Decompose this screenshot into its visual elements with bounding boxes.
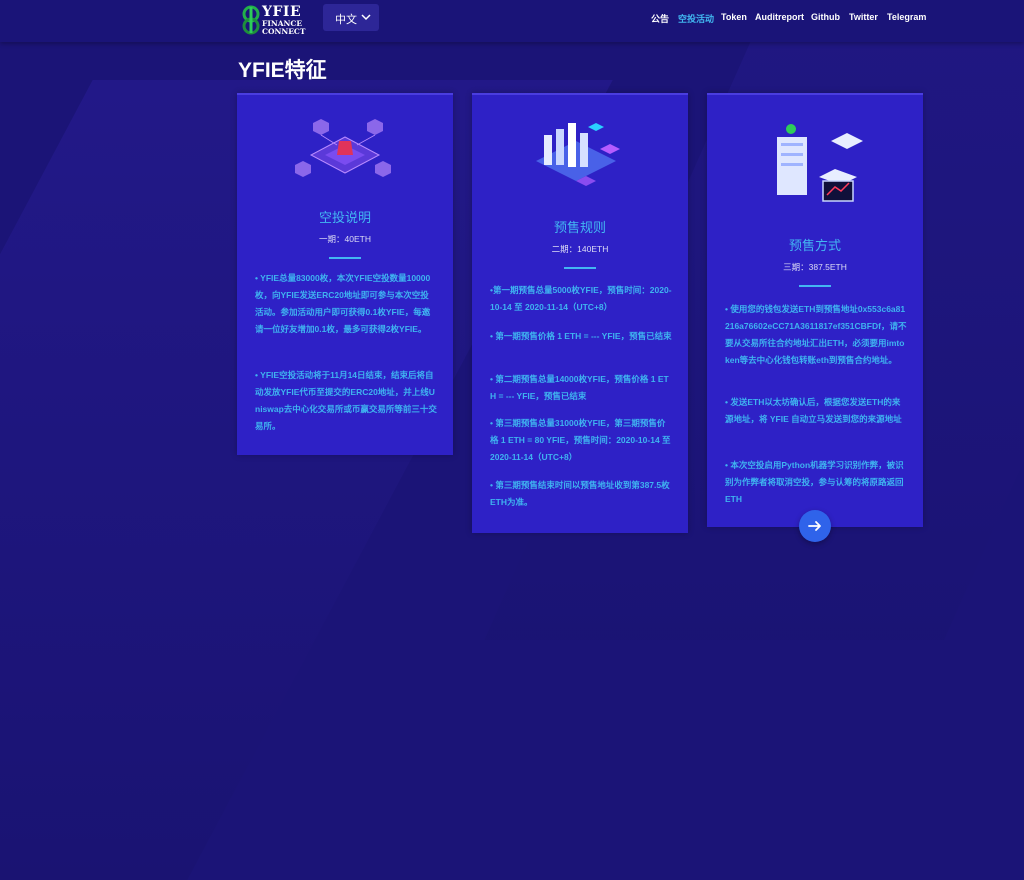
card-paragraph: •第一期预售总量5000枚YFIE，预售时间：2020-10-14 至 2020… [490, 285, 672, 312]
next-arrow-button[interactable] [799, 510, 831, 542]
chevron-down-icon [361, 14, 371, 21]
header-bar: YFIE FINANCE CONNECT 中文 公告 空投活动 Token Au… [0, 0, 1024, 42]
nav-telegram[interactable]: Telegram [887, 12, 926, 26]
card-divider [329, 257, 361, 259]
card-divider [564, 267, 596, 269]
card-paragraph: • 第二期预售总量14000枚YFIE，预售价格 1 ETH = --- YFI… [490, 374, 669, 401]
card-paragraph: • 使用您的钱包发送ETH到预售地址0x553c6a81216a76602eCC… [725, 304, 907, 365]
feature-card-presale-method: 预售方式 三期：387.5ETH • 使用您的钱包发送ETH到预售地址0x553… [707, 93, 923, 527]
card-title: 空投说明 [318, 210, 371, 225]
nav-twitter[interactable]: Twitter [849, 12, 878, 26]
card-paragraph: • 发送ETH以太坊确认后，根据您发送ETH的来源地址，将 YFIE 自动立马发… [725, 397, 902, 424]
logo-subtitle: FINANCE CONNECT [262, 19, 306, 36]
card-paragraph: • 第一期预售价格 1 ETH = --- YFIE，预售已结束 [490, 331, 672, 341]
nav-announcement[interactable]: 公告 [651, 12, 669, 26]
language-label: 中文 [335, 14, 357, 26]
feature-card-presale-rules: 预售规则 二期：140ETH •第一期预售总量5000枚YFIE，预售时间：20… [472, 93, 688, 533]
card-paragraph: • 本次空投启用Python机器学习识别作弊，被识别为作弊者将取消空投，参与认筹… [725, 460, 904, 504]
nav-auditreport[interactable]: Auditreport [755, 12, 804, 26]
nav-airdrop[interactable]: 空投活动 [678, 12, 714, 26]
card-subtitle: 一期：40ETH [319, 234, 371, 244]
card-title: 预售规则 [553, 220, 606, 235]
card-divider [799, 285, 831, 287]
nav-token[interactable]: Token [721, 12, 747, 26]
nav-github[interactable]: Github [811, 12, 840, 26]
section-title: YFIE特征 [238, 59, 327, 82]
card-paragraph: • 第三期预售总量31000枚YFIE，第三期预售价格 1 ETH = 80 Y… [490, 418, 671, 462]
card-paragraph: • YFIE空投活动将于11月14日结束，结束后将自动发放YFIE代币至提交的E… [255, 370, 437, 431]
presale-chart-illustration-icon [536, 123, 620, 186]
card-subtitle: 二期：140ETH [551, 244, 609, 254]
card-subtitle: 三期：387.5ETH [783, 262, 847, 272]
feature-card-airdrop: 空投说明 一期：40ETH • YFIE总量83000枚，本次YFIE空投数量1… [237, 93, 453, 455]
logo-mark-icon [242, 5, 260, 35]
card-paragraph: • YFIE总量83000枚，本次YFIE空投数量10000枚，向YFIE发送E… [255, 273, 431, 334]
logo-title: YFIE [262, 4, 302, 20]
card-paragraph: • 第三期预售结束时间以预售地址收到第387.5枚ETH为准。 [490, 480, 670, 507]
yfie-logo[interactable]: YFIE FINANCE CONNECT [240, 3, 320, 37]
card-title: 预售方式 [788, 238, 841, 253]
arrow-right-icon [808, 521, 821, 531]
language-selector[interactable]: 中文 [323, 4, 379, 31]
airdrop-illustration-icon [295, 119, 391, 177]
presale-server-illustration-icon [777, 124, 863, 202]
